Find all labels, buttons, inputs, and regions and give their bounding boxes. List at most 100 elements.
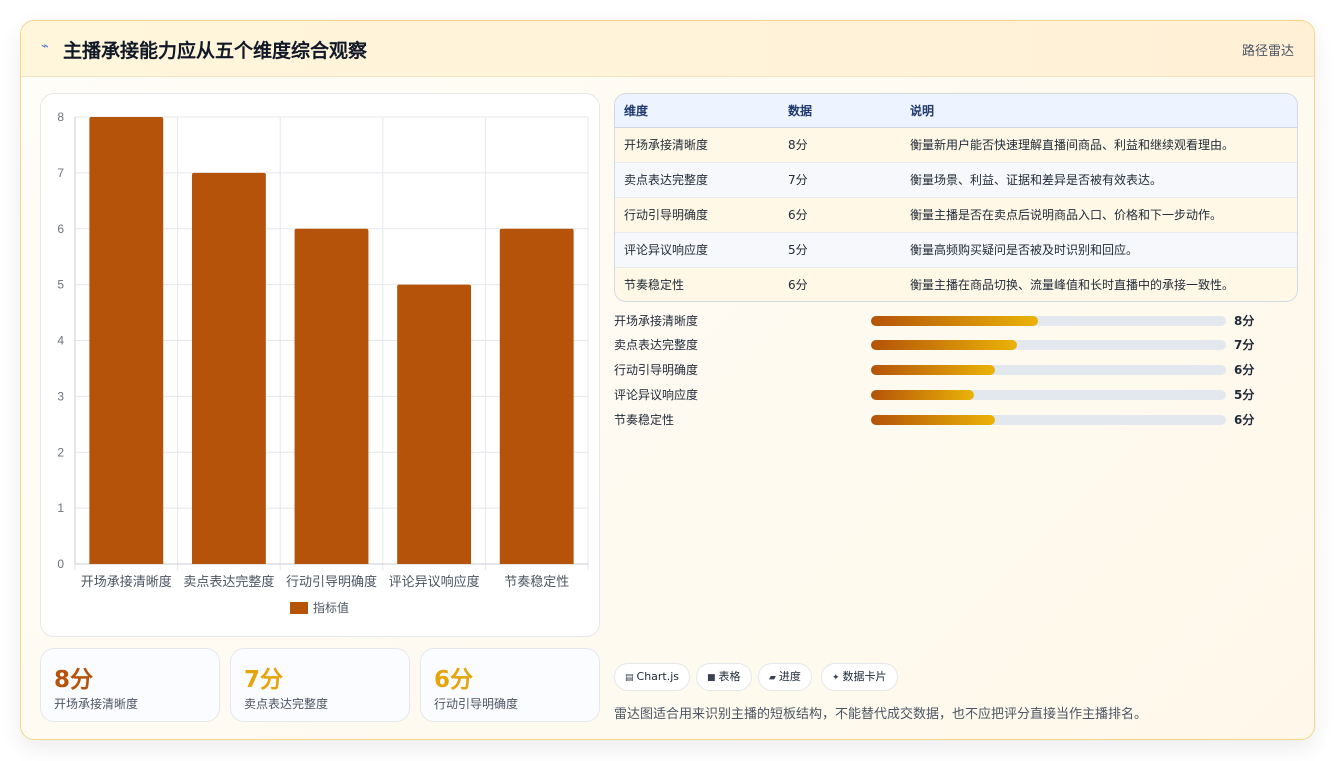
chip-table[interactable]: ■ 表格 — [696, 663, 752, 691]
footnote: 雷达图适合用来识别主播的短板结构，不能替代成交数据，也不应把评分直接当作主播排名… — [614, 707, 1148, 722]
chip-chartjs[interactable]: ▤ Chart.js — [614, 663, 691, 691]
progress-label: 卖点表达完整度 — [614, 338, 699, 352]
table-cell: 节奏稳定性 — [624, 278, 685, 293]
progress-icon: ▰ — [769, 673, 776, 683]
chip-label: 数据卡片 — [842, 670, 887, 683]
legend-swatch — [290, 602, 308, 614]
progress-row: 行动引导明确度 6分 — [614, 362, 1274, 378]
table-cell: 7分 — [788, 162, 910, 198]
table-cell: 行动引导明确度 — [615, 197, 788, 233]
progress-track — [871, 415, 1226, 425]
table-row: 卖点表达完整度 7分 衡量场景、利益、证据和差异是否被有效表达。 — [615, 162, 1297, 198]
progress-track — [871, 365, 1226, 375]
kpi-label: 卖点表达完整度 — [244, 697, 329, 711]
bar-chart: 0 1 2 3 4 5 6 7 8 开场承接清晰度 卖点表达完整度 行动引导明确度 评论异议响应度 节奏稳… — [57, 110, 589, 615]
x-tick-label: 卖点表达完整度 — [183, 574, 274, 589]
table-icon: ■ — [707, 673, 716, 683]
progress-fill — [871, 340, 1017, 350]
table-cell: 衡量高频购买疑问是否被及时识别和回应。 — [910, 232, 1297, 268]
kpi-card: 6分 行动引导明确度 — [420, 648, 600, 722]
bar — [191, 172, 266, 564]
table-cell: 6分 — [788, 278, 808, 293]
progress-fill — [871, 415, 996, 425]
table-cell: 衡量主播是否在卖点后说明商品入口、价格和下一步动作。 — [910, 197, 1297, 233]
table-row: 行动引导明确度 6分 衡量主播是否在卖点后说明商品入口、价格和下一步动作。 — [615, 197, 1297, 233]
kpi-card: 8分 开场承接清晰度 — [40, 648, 220, 722]
progress-value: 6分 — [1234, 413, 1255, 427]
lightning-icon: ⌁ — [41, 39, 49, 54]
table-cell: 衡量主播在商品切换、流量峰值和长时直播中的承接一致性。 — [910, 278, 1235, 293]
y-tick-label: 6 — [57, 222, 64, 236]
progress-value: 5分 — [1234, 388, 1255, 402]
progress-fill — [871, 390, 974, 400]
x-tick-label: 开场承接清晰度 — [81, 574, 172, 589]
x-tick-label: 评论异议响应度 — [389, 574, 480, 589]
card-header: ⌁ 主播承接能力应从五个维度综合观察 路径雷达 — [21, 21, 1314, 77]
kpi-label: 行动引导明确度 — [434, 697, 519, 711]
y-tick-label: 1 — [57, 501, 64, 515]
table-cell: 开场承接清晰度 — [615, 127, 788, 163]
table-cell: 6分 — [788, 197, 910, 233]
x-tick-label: 节奏稳定性 — [504, 574, 569, 589]
bar — [294, 228, 369, 564]
progress-value: 8分 — [1234, 314, 1255, 328]
chip-label: 表格 — [718, 670, 741, 683]
column-header: 维度 — [615, 94, 788, 128]
progress-row: 卖点表达完整度 7分 — [614, 337, 1274, 353]
progress-fill — [871, 316, 1038, 326]
kpi-card: 7分 卖点表达完整度 — [230, 648, 410, 722]
progress-label: 节奏稳定性 — [614, 413, 675, 427]
y-tick-label: 4 — [57, 334, 64, 348]
page-title: 主播承接能力应从五个维度综合观察 — [63, 40, 368, 62]
table-cell: 5分 — [788, 232, 910, 268]
table-cell: 卖点表达完整度 — [615, 162, 788, 198]
kpi-label: 开场承接清晰度 — [54, 697, 139, 711]
bar — [499, 228, 574, 564]
bar — [397, 284, 472, 564]
y-tick-label: 0 — [57, 557, 64, 571]
table-cell: 衡量新用户能否快速理解直播间商品、利益和继续观看理由。 — [910, 127, 1297, 163]
chip-data-cards[interactable]: ✦ 数据卡片 — [821, 663, 898, 691]
table-cell: 8分 — [788, 127, 910, 163]
chip-label: 进度 — [778, 670, 801, 683]
table-row: 节奏稳定性 6分 衡量主播在商品切换、流量峰值和长时直播中的承接一致性。 — [615, 267, 1297, 301]
column-header: 数据 — [788, 94, 910, 128]
progress-value: 7分 — [1234, 338, 1255, 352]
legend-label: 指标值 — [313, 600, 349, 615]
progress-value: 6分 — [1234, 363, 1255, 377]
chart-icon: ▤ — [625, 673, 634, 683]
progress-track — [871, 390, 1226, 400]
chip-label: Chart.js — [636, 670, 680, 683]
sparkle-icon: ✦ — [832, 673, 840, 683]
table-cell: 评论异议响应度 — [615, 232, 788, 268]
kpi-value: 7分 — [244, 667, 284, 693]
bar-chart-panel: 0 1 2 3 4 5 6 7 8 开场承接清晰度 卖点表达完整度 行动引导明确度 评论异议响应度 节奏稳… — [40, 93, 600, 637]
y-tick-label: 5 — [57, 278, 64, 292]
chip-progress[interactable]: ▰ 进度 — [758, 663, 812, 691]
table-cell: 衡量场景、利益、证据和差异是否被有效表达。 — [910, 162, 1297, 198]
table-row: 评论异议响应度 5分 衡量高频购买疑问是否被及时识别和回应。 — [615, 232, 1297, 268]
metrics-table: 维度 数据 说明 开场承接清晰度 8分 衡量新用户能否快速理解直播间商品、利益和… — [614, 93, 1298, 302]
progress-label: 行动引导明确度 — [614, 363, 699, 377]
column-header: 说明 — [910, 94, 1297, 128]
y-tick-label: 2 — [57, 445, 64, 459]
progress-fill — [871, 365, 996, 375]
y-tick-label: 3 — [57, 389, 64, 403]
header-badge: 路径雷达 — [1241, 44, 1294, 59]
x-tick-label: 行动引导明确度 — [286, 574, 377, 589]
progress-row: 开场承接清晰度 8分 — [614, 313, 1274, 329]
progress-row: 节奏稳定性 6分 — [614, 412, 1274, 428]
table-header-row: 维度 数据 说明 — [615, 94, 1297, 128]
table-row: 开场承接清晰度 8分 衡量新用户能否快速理解直播间商品、利益和继续观看理由。 — [615, 127, 1297, 163]
progress-row: 评论异议响应度 5分 — [614, 387, 1274, 403]
kpi-value: 8分 — [54, 667, 94, 693]
progress-track — [871, 340, 1226, 350]
progress-track — [871, 316, 1226, 326]
bar — [89, 117, 164, 564]
progress-label: 评论异议响应度 — [614, 388, 699, 402]
y-tick-label: 8 — [57, 110, 64, 124]
y-tick-label: 7 — [57, 166, 64, 180]
progress-label: 开场承接清晰度 — [614, 314, 699, 328]
dashboard-card: ⌁ 主播承接能力应从五个维度综合观察 路径雷达 0 1 2 3 4 5 6 7 8 开场承接清晰度… — [20, 20, 1315, 740]
kpi-value: 6分 — [434, 667, 474, 693]
